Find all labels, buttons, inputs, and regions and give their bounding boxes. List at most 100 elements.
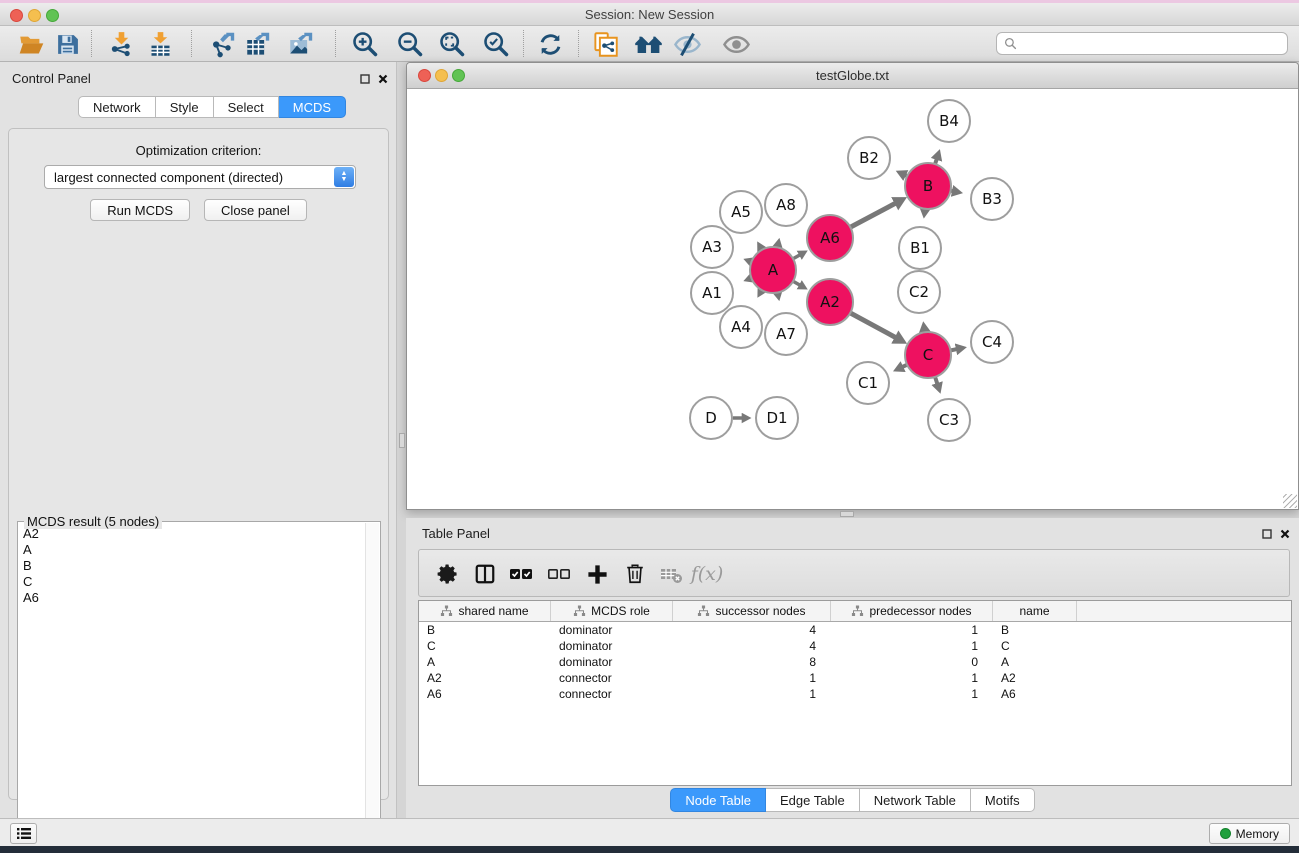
delete-columns-icon[interactable]	[619, 559, 651, 589]
close-panel-icon[interactable]	[1280, 529, 1290, 539]
table-row[interactable]: A2connector11A2	[419, 670, 1291, 686]
graph-node-A8[interactable]: A8	[765, 184, 807, 226]
svg-text:C4: C4	[982, 333, 1002, 351]
graph-node-A[interactable]: A	[750, 247, 796, 293]
criterion-select[interactable]: largest connected component (directed) ▲…	[44, 165, 356, 189]
export-network-icon[interactable]	[206, 29, 240, 59]
svg-text:A: A	[768, 261, 779, 279]
mcds-result-item[interactable]: A2	[19, 526, 364, 542]
svg-text:C: C	[923, 346, 933, 364]
column-header-successor-nodes[interactable]: successor nodes	[673, 601, 831, 621]
mcds-result-item[interactable]: C	[19, 574, 364, 590]
control-panel-tabs: NetworkStyleSelectMCDS	[78, 96, 346, 118]
zoom-fit-icon[interactable]	[435, 29, 469, 59]
deselect-all-icon[interactable]	[543, 559, 575, 589]
hide-selected-icon[interactable]	[670, 29, 704, 59]
svg-text:B1: B1	[910, 239, 930, 257]
table-row[interactable]: Adominator80A	[419, 654, 1291, 670]
cell-shared-name: B	[419, 622, 551, 638]
select-chevrons-icon: ▲▼	[334, 167, 354, 187]
zoom-selected-icon[interactable]	[479, 29, 513, 59]
toolbar-separator	[523, 30, 524, 57]
graph-node-C3[interactable]: C3	[928, 399, 970, 441]
float-panel-icon[interactable]	[1262, 529, 1272, 539]
splitter-grip[interactable]	[840, 511, 854, 517]
graph-node-B4[interactable]: B4	[928, 100, 970, 142]
column-header-MCDS-role[interactable]: MCDS role	[551, 601, 673, 621]
float-panel-icon[interactable]	[360, 74, 370, 84]
search-box[interactable]	[996, 32, 1288, 55]
search-input[interactable]	[1017, 37, 1287, 51]
table-settings-icon[interactable]	[432, 559, 464, 589]
network-window-titlebar[interactable]: testGlobe.txt	[407, 63, 1298, 89]
tab-mcds[interactable]: MCDS	[279, 96, 346, 118]
graph-node-A4[interactable]: A4	[720, 306, 762, 348]
graph-node-B3[interactable]: B3	[971, 178, 1013, 220]
column-header-shared-name[interactable]: shared name	[419, 601, 551, 621]
run-mcds-button[interactable]: Run MCDS	[90, 199, 190, 221]
mcds-pane: Optimization criterion: largest connecte…	[8, 128, 389, 800]
graph-node-B[interactable]: B	[905, 163, 951, 209]
select-all-icon[interactable]	[505, 559, 537, 589]
table-row[interactable]: Cdominator41C	[419, 638, 1291, 654]
tab-node-table[interactable]: Node Table	[670, 788, 766, 812]
first-neighbors-icon[interactable]	[631, 29, 665, 59]
cell-name: A6	[993, 686, 1077, 702]
graph-edge-A2-C[interactable]	[849, 312, 895, 337]
graph-node-C1[interactable]: C1	[847, 362, 889, 404]
zoom-out-icon[interactable]	[393, 29, 427, 59]
mcds-result-item[interactable]: A6	[19, 590, 364, 606]
graph-node-B1[interactable]: B1	[899, 227, 941, 269]
mcds-result-scrollbar[interactable]	[365, 523, 379, 853]
graph-node-D1[interactable]: D1	[756, 397, 798, 439]
mcds-result-item[interactable]: B	[19, 558, 364, 574]
graph-node-C[interactable]: C	[905, 332, 951, 378]
graph-node-A5[interactable]: A5	[720, 191, 762, 233]
memory-button[interactable]: Memory	[1209, 823, 1290, 844]
tab-select[interactable]: Select	[214, 96, 279, 118]
graph-node-C4[interactable]: C4	[971, 321, 1013, 363]
graph-node-A2[interactable]: A2	[807, 279, 853, 325]
import-table-icon[interactable]	[143, 29, 177, 59]
export-image-icon[interactable]	[284, 29, 318, 59]
new-network-from-selection-icon[interactable]	[588, 29, 622, 59]
graph-node-A6[interactable]: A6	[807, 215, 853, 261]
graph-node-A3[interactable]: A3	[691, 226, 733, 268]
tab-motifs[interactable]: Motifs	[971, 788, 1035, 812]
graph-node-D[interactable]: D	[690, 397, 732, 439]
table-row[interactable]: A6connector11A6	[419, 686, 1291, 702]
graph-edge-A6-B[interactable]	[849, 203, 895, 227]
graph-node-A1[interactable]: A1	[691, 272, 733, 314]
tab-network[interactable]: Network	[78, 96, 156, 118]
svg-text:B2: B2	[859, 149, 879, 167]
node-table: shared nameMCDS rolesuccessor nodesprede…	[418, 600, 1292, 786]
graph-node-C2[interactable]: C2	[898, 271, 940, 313]
column-header-name[interactable]: name	[993, 601, 1077, 621]
zoom-in-icon[interactable]	[348, 29, 382, 59]
svg-text:A5: A5	[731, 203, 751, 221]
show-all-icon[interactable]	[719, 29, 753, 59]
tab-style[interactable]: Style	[156, 96, 214, 118]
add-column-icon[interactable]	[581, 559, 613, 589]
task-history-button[interactable]	[10, 823, 37, 844]
window-resize-grip[interactable]	[1283, 494, 1297, 508]
splitter-grip[interactable]	[399, 433, 405, 448]
mcds-result-item[interactable]: A	[19, 542, 364, 558]
tab-network-table[interactable]: Network Table	[860, 788, 971, 812]
network-canvas[interactable]: B4 B2 B B3 A8 A5 A6 A3 B1 A A1 C2 A2 A4A7 C4 C C1 D D1 C3	[407, 89, 1298, 509]
close-panel-button[interactable]: Close panel	[204, 199, 307, 221]
criterion-select-value: largest connected component (directed)	[54, 170, 283, 185]
graph-node-A7[interactable]: A7	[765, 313, 807, 355]
table-row[interactable]: Bdominator41B	[419, 622, 1291, 638]
graph-node-B2[interactable]: B2	[848, 137, 890, 179]
save-session-icon[interactable]	[50, 29, 84, 59]
export-table-icon[interactable]	[241, 29, 275, 59]
apply-layout-icon[interactable]	[533, 29, 567, 59]
app-title: Session: New Session	[0, 7, 1299, 22]
open-session-icon[interactable]	[14, 29, 48, 59]
tab-edge-table[interactable]: Edge Table	[766, 788, 860, 812]
column-header-predecessor-nodes[interactable]: predecessor nodes	[831, 601, 993, 621]
browse-columns-icon[interactable]	[469, 559, 501, 589]
import-network-icon[interactable]	[104, 29, 138, 59]
close-panel-icon[interactable]	[378, 74, 388, 84]
